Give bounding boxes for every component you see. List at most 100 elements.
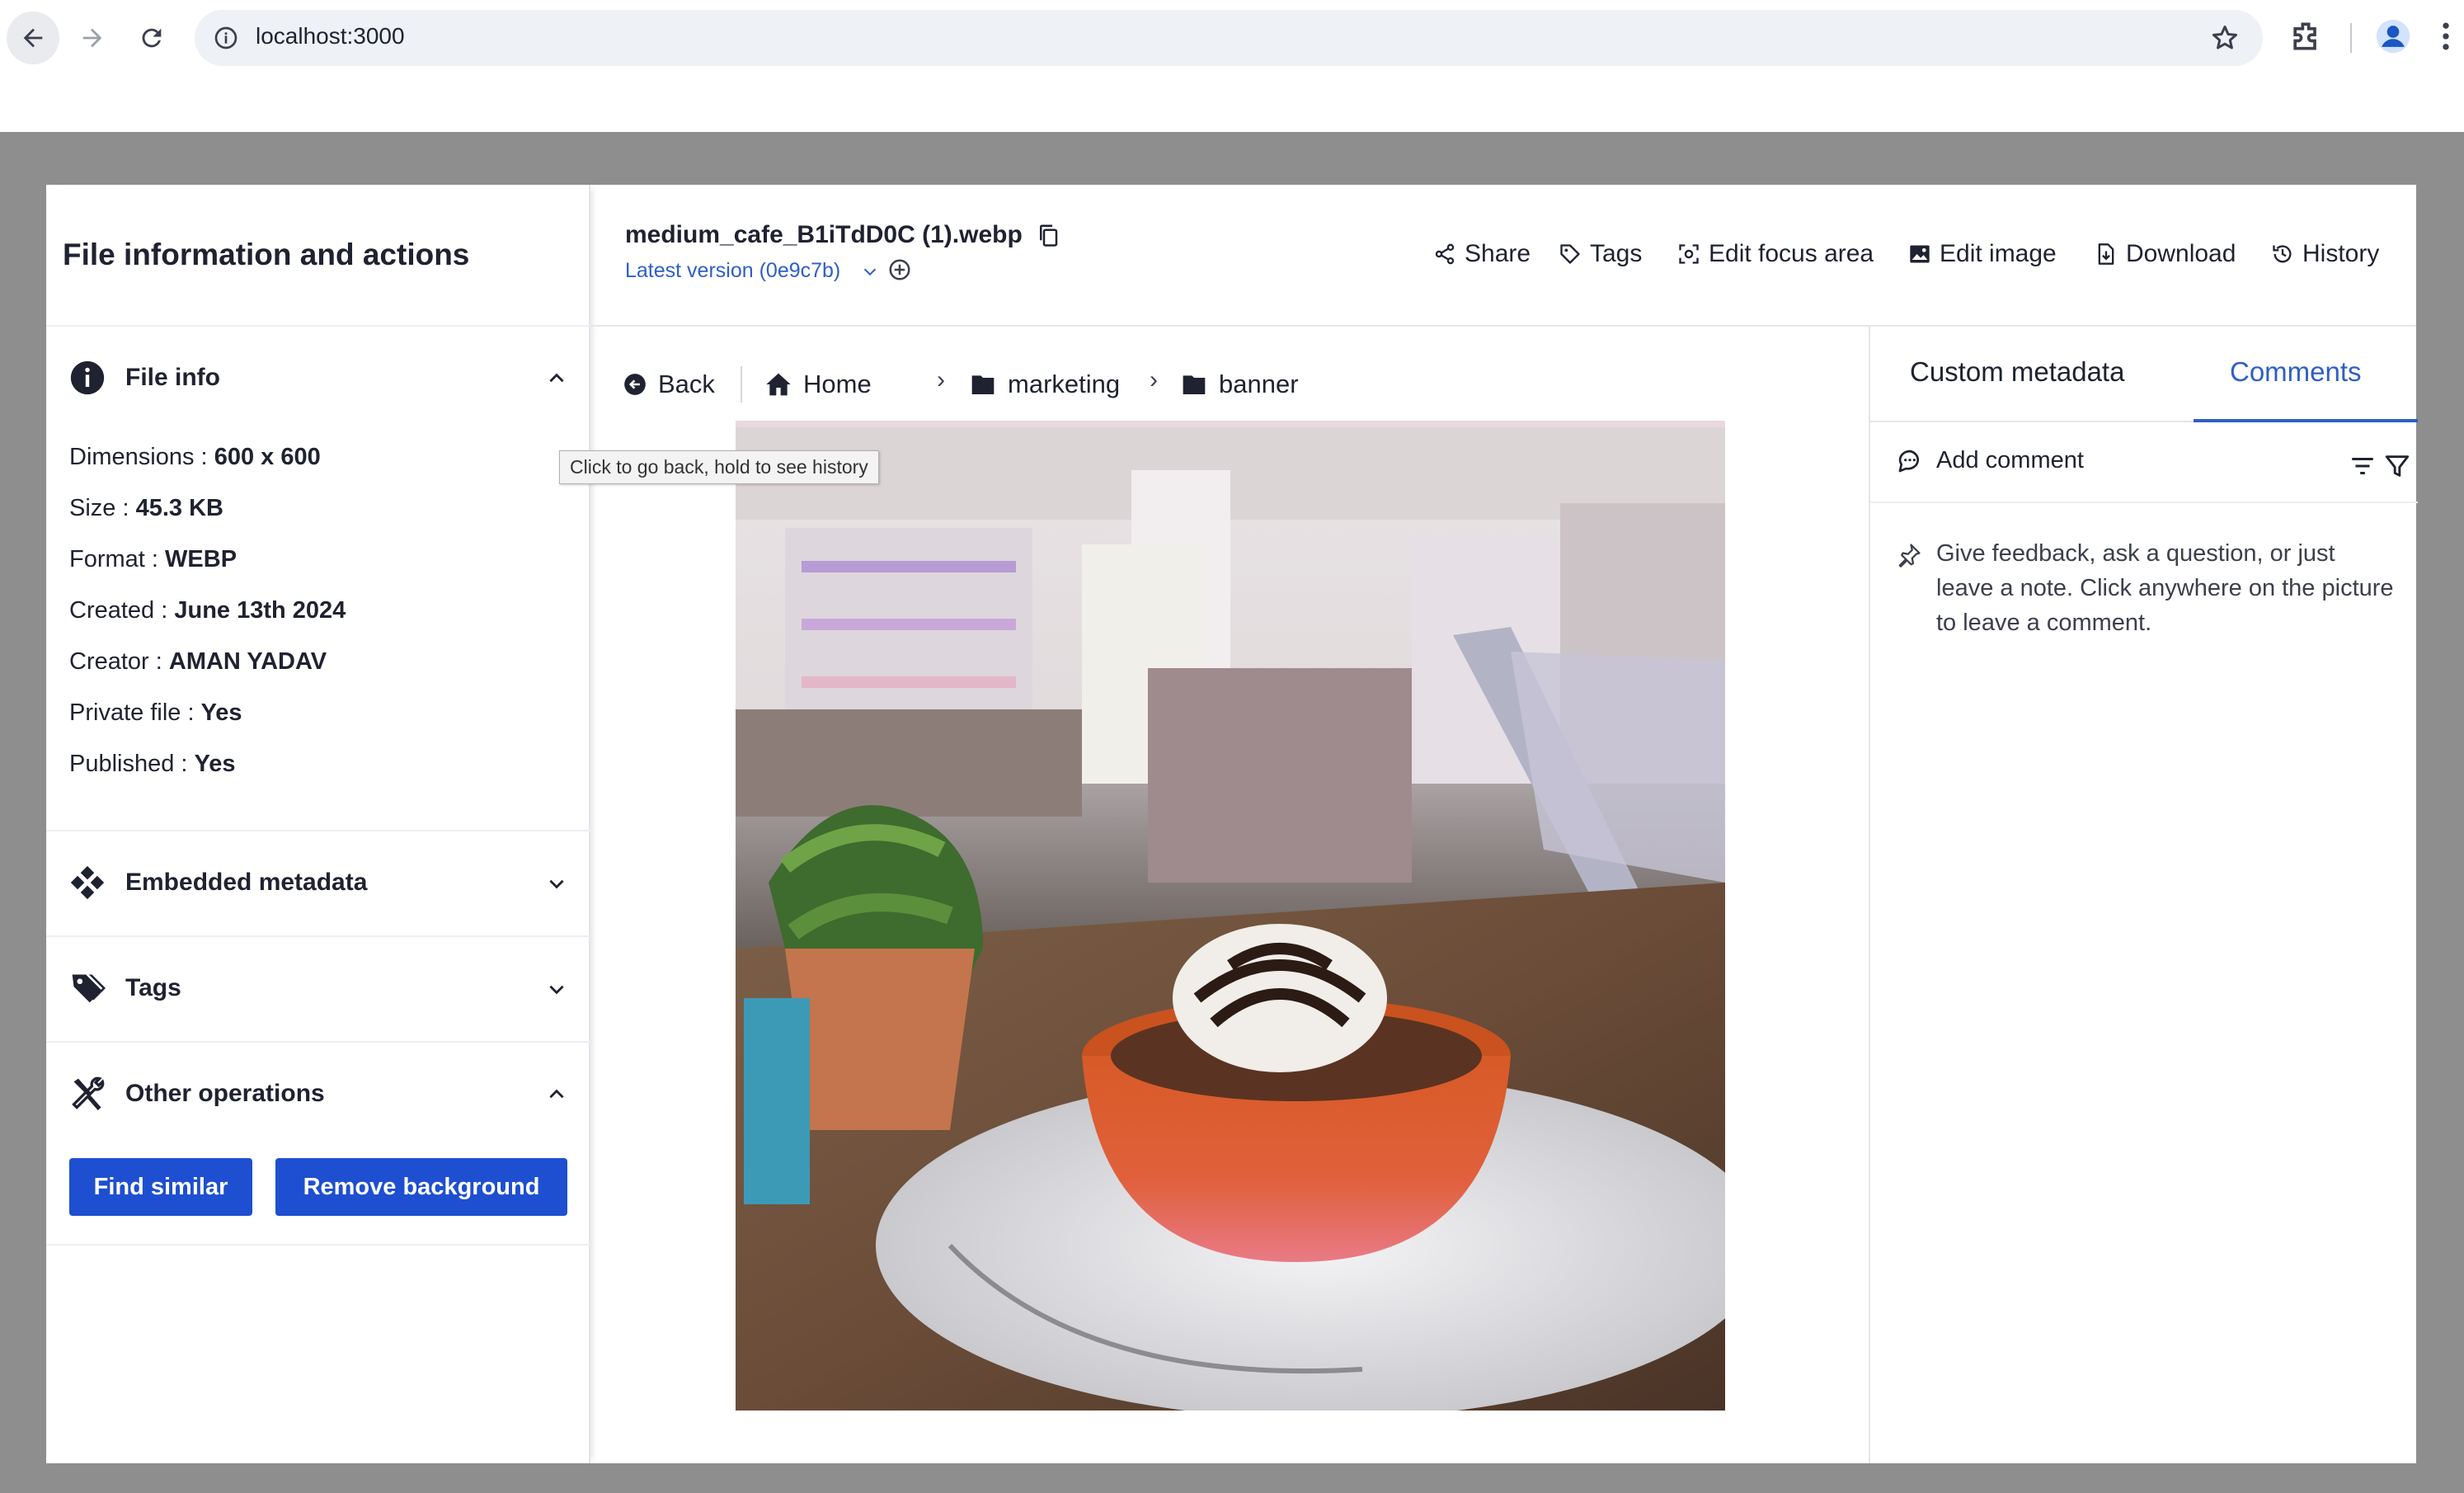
share-icon bbox=[1435, 243, 1455, 265]
back-label: Back bbox=[658, 370, 715, 398]
info-key: Creator : bbox=[69, 648, 162, 675]
share-button[interactable]: Share bbox=[1433, 238, 1531, 271]
reload-icon bbox=[142, 28, 162, 48]
divider bbox=[46, 830, 590, 831]
chevron-up-icon[interactable] bbox=[546, 368, 567, 389]
download-button[interactable]: Download bbox=[2095, 238, 2236, 271]
info-icon bbox=[70, 360, 105, 395]
other-operations-section-header[interactable]: Other operations bbox=[69, 1069, 581, 1119]
info-value: Yes bbox=[200, 699, 242, 726]
browser-toolbar: localhost:3000 bbox=[0, 0, 2464, 132]
history-label: History bbox=[2302, 240, 2380, 267]
info-row-dimensions: Dimensions : 600 x 600 bbox=[69, 444, 321, 471]
site-info-icon[interactable] bbox=[213, 25, 239, 51]
sort-icon[interactable] bbox=[2349, 452, 2377, 480]
extensions-icon[interactable] bbox=[2288, 18, 2324, 54]
image-icon bbox=[1910, 245, 1930, 263]
download-label: Download bbox=[2126, 240, 2236, 267]
back-button-tooltip: Click to go back, hold to see history bbox=[559, 450, 879, 484]
bookmark-star-icon[interactable] bbox=[2210, 23, 2240, 53]
back-nav-button[interactable] bbox=[7, 12, 59, 64]
find-similar-button[interactable]: Find similar bbox=[69, 1158, 252, 1216]
copy-icon[interactable] bbox=[1036, 223, 1060, 247]
divider bbox=[46, 325, 590, 327]
file-preview-image[interactable] bbox=[736, 421, 1725, 1411]
add-version-icon[interactable] bbox=[887, 257, 912, 282]
embedded-metadata-icon bbox=[70, 865, 105, 900]
tags-label: Tags bbox=[125, 974, 181, 1001]
tags-section-header[interactable]: Tags bbox=[69, 963, 581, 1013]
history-icon bbox=[2273, 245, 2292, 263]
url-text[interactable]: localhost:3000 bbox=[256, 23, 405, 49]
embedded-metadata-label: Embedded metadata bbox=[125, 869, 368, 896]
more-menu-icon[interactable] bbox=[2438, 18, 2454, 54]
info-value: WEBP bbox=[165, 546, 237, 572]
file-detail-modal: File information and actions File info D… bbox=[46, 185, 2418, 1463]
edit-image-label: Edit image bbox=[1940, 240, 2057, 267]
info-row-created: Created : June 13th 2024 bbox=[69, 597, 346, 624]
info-row-private-file: Private file : Yes bbox=[69, 699, 242, 727]
sidebar-title: File information and actions bbox=[63, 238, 470, 271]
folder-label: banner bbox=[1219, 370, 1299, 398]
active-tab-indicator bbox=[2194, 419, 2418, 422]
profile-avatar-icon[interactable] bbox=[2375, 18, 2411, 54]
divider bbox=[46, 1244, 590, 1246]
breadcrumb-separator: › bbox=[937, 366, 945, 393]
version-selector[interactable]: Latest version (0e9c7b) bbox=[625, 259, 840, 283]
info-row-published: Published : Yes bbox=[69, 751, 236, 778]
info-value: AMAN YADAV bbox=[168, 648, 327, 675]
tags-label: Tags bbox=[1590, 240, 1643, 267]
edit-image-button[interactable]: Edit image bbox=[1908, 238, 2057, 271]
breadcrumb-folder-marketing[interactable]: marketing bbox=[970, 368, 1120, 401]
forward-nav-button[interactable] bbox=[66, 12, 119, 64]
info-key: Dimensions : bbox=[69, 444, 208, 470]
edit-focus-area-button[interactable]: Edit focus area bbox=[1677, 238, 1874, 271]
address-bar[interactable]: localhost:3000 bbox=[195, 10, 2263, 66]
folder-icon bbox=[971, 375, 995, 394]
back-circle-icon bbox=[624, 374, 646, 395]
toolbar-separator bbox=[2350, 23, 2352, 53]
add-comment-button[interactable]: Add comment bbox=[1897, 447, 2084, 474]
chevron-up-icon[interactable] bbox=[546, 1084, 567, 1105]
folder-icon bbox=[1183, 375, 1206, 394]
info-key: Created : bbox=[69, 597, 168, 624]
divider bbox=[1870, 502, 2418, 503]
remove-background-button[interactable]: Remove background bbox=[275, 1158, 567, 1216]
home-icon bbox=[766, 373, 791, 396]
file-info-section-header[interactable]: File info bbox=[69, 353, 581, 403]
chevron-down-icon[interactable] bbox=[861, 262, 879, 280]
reload-button[interactable] bbox=[125, 12, 178, 64]
divider bbox=[46, 935, 590, 937]
chevron-down-icon[interactable] bbox=[546, 978, 567, 1000]
info-key: Format : bbox=[69, 546, 158, 572]
add-comment-label: Add comment bbox=[1936, 447, 2084, 473]
chevron-down-icon[interactable] bbox=[546, 873, 567, 894]
share-label: Share bbox=[1465, 240, 1531, 267]
breadcrumb-folder-banner[interactable]: banner bbox=[1181, 368, 1299, 401]
tag-icon bbox=[72, 974, 106, 1003]
info-row-size: Size : 45.3 KB bbox=[69, 495, 223, 522]
info-key: Published : bbox=[69, 751, 188, 777]
embedded-metadata-section-header[interactable]: Embedded metadata bbox=[69, 858, 581, 907]
focus-area-icon bbox=[1679, 244, 1699, 264]
file-name: medium_cafe_B1iTdD0C (1).webp bbox=[625, 221, 1023, 248]
tag-icon bbox=[1560, 244, 1580, 264]
info-value: Yes bbox=[194, 751, 236, 777]
info-row-format: Format : WEBP bbox=[69, 546, 237, 573]
tab-custom-metadata[interactable]: Custom metadata bbox=[1910, 356, 2124, 388]
breadcrumb-home[interactable]: Home bbox=[765, 368, 872, 401]
info-key: Private file : bbox=[69, 699, 195, 726]
info-value: June 13th 2024 bbox=[174, 597, 346, 624]
history-button[interactable]: History bbox=[2271, 238, 2379, 271]
edit-focus-area-label: Edit focus area bbox=[1709, 240, 1874, 267]
filter-icon[interactable] bbox=[2383, 452, 2411, 480]
info-value: 600 x 600 bbox=[214, 444, 321, 470]
tab-comments[interactable]: Comments bbox=[2230, 356, 2362, 388]
breadcrumb-back[interactable]: Back bbox=[623, 368, 715, 401]
divider bbox=[46, 1041, 590, 1043]
breadcrumb-separator-line bbox=[741, 366, 742, 403]
tags-button[interactable]: Tags bbox=[1559, 238, 1642, 271]
tools-icon bbox=[72, 1076, 105, 1111]
breadcrumb-separator: › bbox=[1150, 366, 1158, 393]
info-key: Size : bbox=[69, 495, 129, 521]
